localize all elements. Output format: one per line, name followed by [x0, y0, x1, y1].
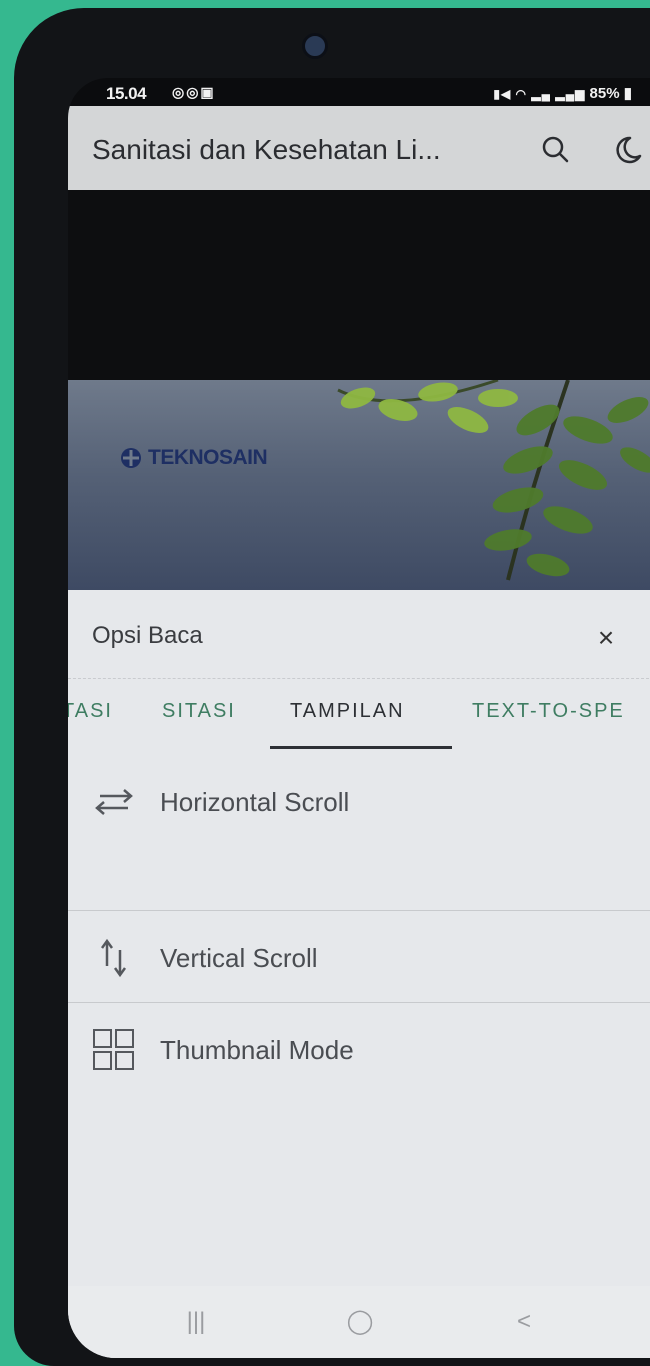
recent-apps-icon: ||| — [186, 1308, 206, 1335]
tab-notasi[interactable]: TASI — [68, 700, 113, 723]
option-horizontal-scroll[interactable]: Horizontal Scroll — [68, 756, 650, 848]
page-title: Sanitasi dan Kesehatan Li... — [92, 134, 441, 165]
home-icon: ◯ — [346, 1308, 374, 1335]
app-bar: Sanitasi dan Kesehatan Li... — [68, 106, 650, 190]
divider — [68, 910, 650, 911]
option-label: Vertical Scroll — [160, 942, 318, 973]
back-button[interactable]: < — [504, 1304, 544, 1340]
divider — [68, 1002, 650, 1003]
document-page-top — [68, 190, 650, 380]
moon-icon — [616, 136, 642, 164]
teknosain-logo-icon — [121, 448, 141, 468]
option-thumbnail-mode[interactable]: Thumbnail Mode — [68, 1004, 650, 1096]
recent-apps-button[interactable]: ||| — [176, 1304, 216, 1340]
phone-frame: 15.04 ◎◎▣ ▮◀ ◠ ▂▄ ▂▄▆ 85% ▮ Sanitasi dan… — [14, 8, 650, 1366]
battery-percent: ▮◀ ◠ ▂▄ ▂▄▆ 85% ▮ — [493, 85, 632, 102]
vertical-arrows-icon — [88, 933, 140, 983]
tab-text-to-speech[interactable]: TEXT-TO-SPE — [472, 700, 625, 723]
option-vertical-scroll[interactable]: Vertical Scroll — [68, 912, 650, 1004]
signal-icon: ▮◀ ◠ ▂▄ ▂▄▆ — [493, 87, 586, 101]
leaves-illustration — [337, 380, 650, 581]
search-button[interactable] — [538, 132, 574, 168]
front-camera — [302, 33, 328, 59]
sheet-title: Opsi Baca — [92, 622, 203, 649]
book-cover-image: TEKNOSAIN — [68, 380, 650, 590]
grid-icon — [88, 1025, 140, 1075]
screen: 15.04 ◎◎▣ ▮◀ ◠ ▂▄ ▂▄▆ 85% ▮ Sanitasi dan… — [68, 78, 650, 1358]
publisher-logo: TEKNOSAIN — [120, 446, 268, 470]
status-bar: 15.04 ◎◎▣ ▮◀ ◠ ▂▄ ▂▄▆ 85% ▮ — [68, 78, 650, 106]
reading-options-sheet: Opsi Baca × TASI SITASI TAMPILAN TEXT-TO… — [68, 590, 650, 1358]
active-tab-indicator — [270, 746, 452, 749]
home-button[interactable]: ◯ — [340, 1304, 380, 1340]
sheet-header: Opsi Baca × — [68, 590, 650, 680]
dark-mode-button[interactable] — [606, 132, 646, 168]
tab-tampilan[interactable]: TAMPILAN — [290, 700, 405, 723]
search-icon — [542, 136, 569, 163]
close-button[interactable]: × — [592, 624, 620, 652]
option-label: Horizontal Scroll — [160, 786, 350, 817]
battery-icon: ▮ — [623, 85, 632, 102]
notification-icons: ◎◎▣ — [172, 84, 216, 100]
option-label: Thumbnail Mode — [160, 1034, 354, 1065]
horizontal-arrows-icon — [88, 777, 140, 827]
status-time: 15.04 — [106, 84, 147, 103]
tab-bar: TASI SITASI TAMPILAN TEXT-TO-SPE — [68, 690, 650, 750]
close-icon: × — [597, 622, 615, 653]
back-icon: < — [516, 1308, 531, 1335]
tab-sitasi[interactable]: SITASI — [162, 700, 236, 723]
system-navigation-bar: ||| ◯ < — [68, 1286, 650, 1358]
header-divider — [68, 678, 650, 679]
